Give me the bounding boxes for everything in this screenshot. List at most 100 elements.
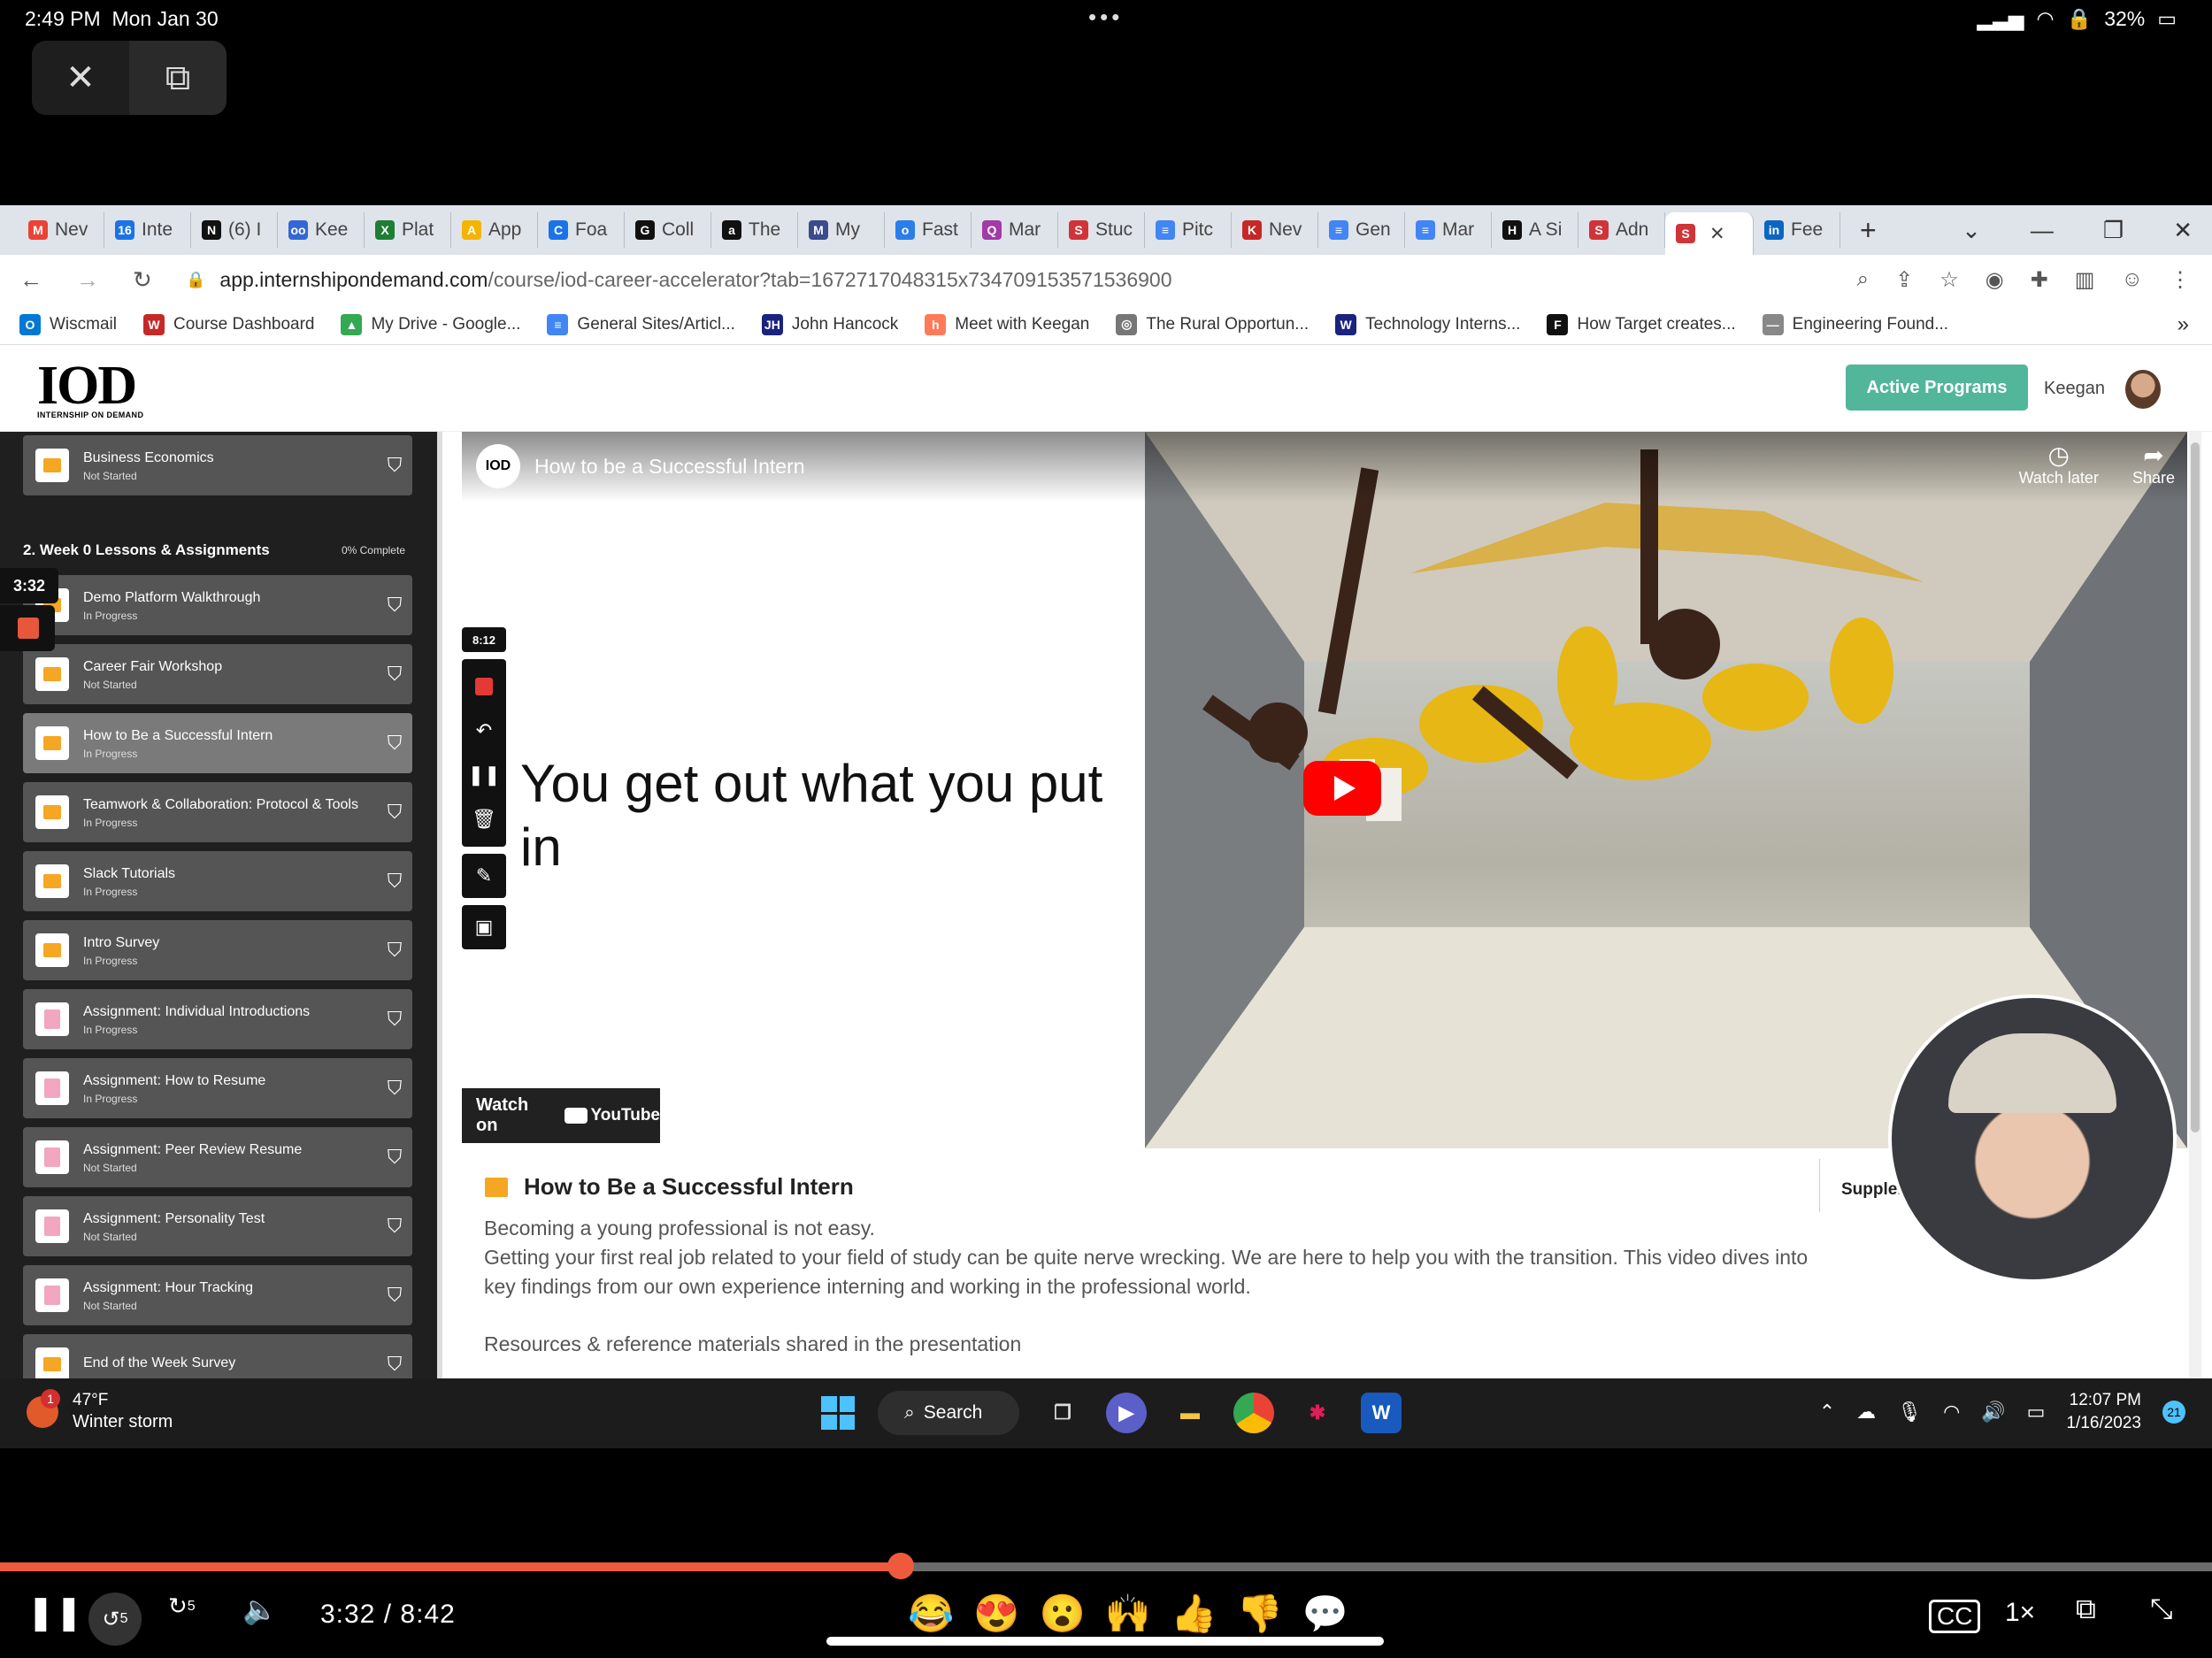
slack-icon[interactable]: ✱ [1297,1393,1338,1433]
chrome-icon[interactable] [1233,1393,1274,1433]
cc-button[interactable]: CC [1929,1600,1981,1633]
bookmark-icon[interactable]: ⛉ [377,1215,412,1238]
bookmark-icon[interactable]: ⛉ [377,939,412,962]
pause-icon[interactable]: ❚❚ [27,1593,83,1632]
menu-icon[interactable]: ⋮ [2170,267,2191,293]
bookmark-icon[interactable]: ⛉ [377,594,412,617]
undo-icon[interactable]: ↶ [462,709,506,753]
skip-back-button[interactable]: ↺ 5 [88,1593,142,1646]
lesson-item[interactable]: Teamwork & Collaboration: Protocol & Too… [23,782,412,842]
bookmark-item[interactable]: h Meet with Keegan [925,313,1089,335]
share-button[interactable]: ➦ Share [2132,442,2175,487]
browser-tab[interactable]: ≡ Mar [1405,212,1492,248]
bookmark-item[interactable]: JH John Hancock [761,313,898,335]
bookmark-icon[interactable]: ⛉ [377,1077,412,1100]
bookmark-icon[interactable]: ⛉ [377,732,412,755]
pen-icon[interactable]: ✎ [462,854,506,898]
stop-icon[interactable] [462,664,506,709]
wifi-icon[interactable]: ◠ [1943,1401,1960,1424]
bookmarks-overflow-icon[interactable]: » [2177,312,2189,337]
lesson-item-business-economics[interactable]: Business Economics Not Started ⛉ [23,435,412,495]
bookmark-icon[interactable]: ⛉ [377,1008,412,1031]
webcam-bubble[interactable] [1888,994,2177,1283]
progress-bar[interactable] [0,1553,2212,1579]
reaction-emoji[interactable]: 👎 [1236,1593,1282,1636]
channel-logo[interactable]: IOD [476,444,520,488]
active-programs-button[interactable]: Active Programs [1846,365,2028,411]
browser-tab[interactable]: S Stuc [1058,212,1145,248]
taskbar-clock[interactable]: 12:07 PM 1/16/2023 [2066,1389,2141,1435]
word-icon[interactable]: W [1361,1393,1402,1433]
browser-tab[interactable]: M My [798,212,885,248]
browser-tab[interactable]: oo Kee [278,212,365,248]
reaction-emoji[interactable]: 😍 [973,1593,1019,1636]
bookmark-item[interactable]: F How Target creates... [1547,313,1736,335]
file-explorer-icon[interactable]: ▬ [1170,1393,1210,1433]
browser-tab[interactable]: K Nev [1232,212,1318,248]
section-header[interactable]: 2. Week 0 Lessons & Assignments 0% Compl… [23,531,412,570]
lesson-item[interactable]: Slack Tutorials In Progress ⛉ [23,851,412,911]
reload-icon[interactable]: ↻ [133,266,152,294]
browser-tab[interactable]: S Adn [1578,212,1665,248]
task-view-icon[interactable]: ❐ [1042,1393,1083,1433]
browser-tab[interactable]: X Plat [365,212,451,248]
bookmark-item[interactable]: W Course Dashboard [143,313,314,335]
lesson-item[interactable]: Intro Survey In Progress ⛉ [23,920,412,980]
lesson-item[interactable]: Assignment: How to Resume In Progress ⛉ [23,1058,412,1118]
progress-knob[interactable] [887,1553,914,1579]
pip-icon[interactable]: ⧉ [2076,1593,2096,1626]
zoom-icon[interactable]: ⌕ [1857,267,1869,293]
browser-tab[interactable]: S ✕ [1665,212,1754,255]
user-name[interactable]: Keegan [2044,379,2105,399]
share-icon[interactable]: ⇪ [1895,267,1913,293]
tab-search-icon[interactable]: ⌄ [1962,217,1981,244]
browser-tab[interactable]: H A Si [1492,212,1578,248]
camera-icon[interactable]: ▣ [462,905,506,949]
fullscreen-exit-icon[interactable]: ⤡ [2150,1593,2173,1626]
video-title[interactable]: How to be a Successful Intern [534,455,805,479]
skip-forward-button[interactable]: ↻ 5 [168,1593,196,1620]
main-scrollbar[interactable] [2189,432,2201,1448]
minimize-icon[interactable]: — [2031,217,2054,244]
reaction-emoji[interactable]: 😮 [1040,1593,1086,1636]
star-icon[interactable]: ☆ [1939,267,1959,293]
browser-tab[interactable]: C Foa [538,212,625,248]
browser-tab[interactable]: ≡ Gen [1318,212,1405,248]
speed-button[interactable]: 1× [2005,1598,2035,1628]
bookmark-item[interactable]: — Engineering Found... [1762,313,1948,335]
bookmark-item[interactable]: ▲ My Drive - Google... [341,313,520,335]
watch-later-button[interactable]: ◷ Watch later [2019,442,2099,487]
onedrive-icon[interactable]: ☁ [1856,1401,1876,1424]
bookmark-icon[interactable]: ⛉ [377,1353,412,1376]
teams-icon[interactable]: ▶ [1106,1393,1147,1433]
bookmark-icon[interactable]: ⛉ [377,663,412,686]
lesson-item[interactable]: Career Fair Workshop Not Started ⛉ [23,644,412,704]
lesson-item[interactable]: Demo Platform Walkthrough In Progress ⛉ [23,575,412,635]
browser-tab[interactable]: ≡ Pitc [1145,212,1232,248]
close-icon[interactable]: ✕ [32,41,129,115]
browser-tab[interactable]: o Fast [885,212,972,248]
reaction-emoji[interactable]: 😂 [908,1593,954,1636]
bookmark-icon[interactable]: ⛉ [377,801,412,824]
notification-badge[interactable]: 21 [2162,1401,2185,1424]
puzzle-icon[interactable]: ✚ [2031,267,2048,293]
windows-start-icon[interactable] [821,1396,855,1430]
browser-tab[interactable]: a The [711,212,798,248]
pause-icon[interactable]: ❚❚ [462,753,506,797]
url-field[interactable]: 🔒 app.internshipondemand.com/course/iod-… [186,268,1857,292]
play-button[interactable] [1303,761,1381,816]
tab-close-icon[interactable]: ✕ [1709,223,1725,245]
back-icon[interactable]: ← [19,266,42,294]
bookmark-item[interactable]: W Technology Interns... [1335,313,1520,335]
forward-icon[interactable]: → [76,266,99,294]
comment-icon[interactable]: 💬 [1302,1593,1348,1636]
bookmark-icon[interactable]: ⛉ [377,870,412,893]
browser-tab[interactable]: G Coll [625,212,711,248]
lesson-item[interactable]: How to Be a Successful Intern In Progress… [23,713,412,773]
restore-icon[interactable]: ❐ [2103,217,2124,244]
bookmark-item[interactable]: ◎ The Rural Opportun... [1116,313,1309,335]
bookmark-icon[interactable]: ⛉ [377,454,412,477]
battery-icon[interactable]: ▭ [2027,1401,2046,1424]
bookmark-item[interactable]: O Wiscmail [19,313,117,335]
stop-recording-button[interactable] [0,605,55,651]
